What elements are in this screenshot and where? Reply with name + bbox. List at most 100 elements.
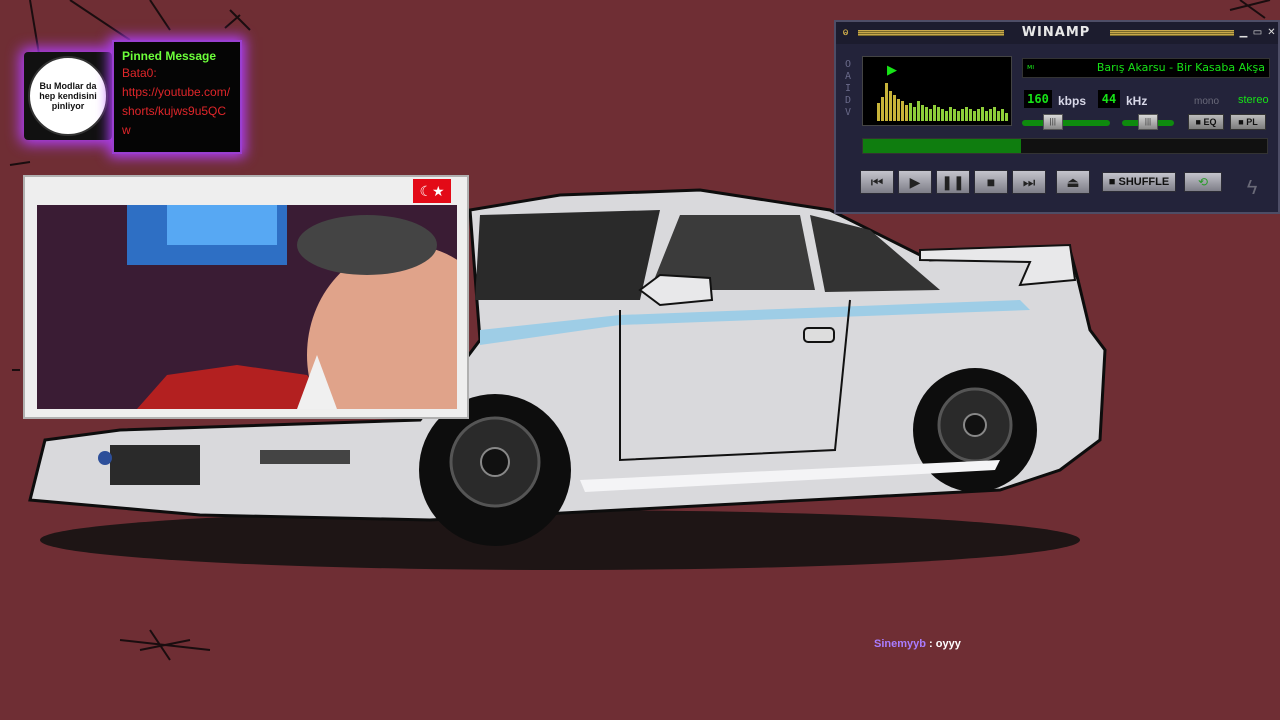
avatar-circle: Bu Modlar da hep kendisini pinliyor [28, 56, 108, 136]
spectrum-bar [957, 111, 960, 121]
winamp-player: ⱺ WINAMP ▁ ▭ ✕ O A I D V ▶ мı Barış Akar… [834, 20, 1280, 214]
balance-slider[interactable]: ||| [1122, 114, 1174, 130]
video-frame[interactable] [37, 205, 457, 409]
spectrum-bar [937, 107, 940, 121]
spectrum-bar [985, 111, 988, 121]
winamp-title: WINAMP [1021, 25, 1091, 40]
clutterbar-o[interactable]: O [841, 59, 855, 71]
spectrum-bar [889, 91, 892, 121]
spectrum-bar [981, 107, 984, 121]
pinned-message-title: Pinned Message [122, 49, 217, 63]
stop-icon: ■ [986, 174, 996, 190]
clutterbar[interactable]: O A I D V [841, 59, 855, 119]
mono-indicator: mono [1194, 96, 1220, 107]
pl-label: PL [1246, 117, 1258, 127]
spectrum-bar [917, 101, 920, 121]
eq-toggle-button[interactable]: ■ EQ [1188, 114, 1224, 130]
spectrum-bar [941, 109, 944, 121]
shade-icon[interactable]: ▭ [1252, 27, 1263, 38]
winamp-visualizer-display[interactable]: O A I D V ▶ [845, 56, 1012, 126]
winamp-titlebar[interactable]: ⱺ WINAMP ▁ ▭ ✕ [836, 22, 1278, 44]
repeat-button[interactable]: ⟲ [1184, 172, 1222, 192]
spectrum-bar [965, 107, 968, 121]
eject-button[interactable]: ⏏ [1056, 170, 1090, 194]
play-button[interactable]: ▶ [898, 170, 932, 194]
spectrum-bar [881, 97, 884, 121]
spectrum-bar [953, 109, 956, 121]
spectrum-bar [929, 109, 932, 121]
spectrum-bar [885, 83, 888, 121]
spectrum-bar [989, 109, 992, 121]
spectrum-bar [893, 95, 896, 121]
turkey-flag-icon: ☾★ [413, 179, 451, 203]
volume-slider-thumb[interactable]: ||| [1042, 114, 1063, 130]
spectrum-bar [905, 105, 908, 121]
balance-slider-thumb[interactable]: ||| [1138, 114, 1158, 130]
spectrum-bar [977, 109, 980, 121]
titlebar-stripe-right [1110, 30, 1234, 36]
spectrum-bar [897, 99, 900, 121]
previous-icon: ⏮ [870, 174, 884, 190]
spectrum-bar [997, 111, 1000, 121]
spectrum-bar [1001, 109, 1004, 121]
track-prefix: мı [1027, 63, 1035, 71]
pause-button[interactable]: ❚❚ [936, 170, 970, 194]
spectrum-bar [877, 103, 880, 121]
winamp-menu-icon[interactable]: ⱺ [840, 27, 851, 38]
spectrum-bar [945, 111, 948, 121]
playlist-toggle-button[interactable]: ■ PL [1230, 114, 1266, 130]
shuffle-label: SHUFFLE [1118, 176, 1170, 188]
spectrum-bar [909, 103, 912, 121]
samplerate-display: 44 [1098, 90, 1120, 108]
spectrum-bar [993, 107, 996, 121]
minimize-icon[interactable]: ▁ [1238, 27, 1249, 38]
clutterbar-d[interactable]: D [841, 95, 855, 107]
spectrum-bar [949, 107, 952, 121]
seek-bar-fill [863, 139, 1021, 153]
spectrum-bar [1005, 113, 1008, 121]
eq-label: EQ [1203, 117, 1217, 127]
spectrum-bar [901, 101, 904, 121]
track-title-marquee[interactable]: мı Barış Akarsu - Bir Kasaba Akşa [1022, 58, 1270, 78]
titlebar-stripe-left [858, 30, 1004, 36]
track-title: Barış Akarsu - Bir Kasaba Akşa [1096, 61, 1265, 74]
shuffle-button[interactable]: ■ SHUFFLE [1102, 172, 1176, 192]
pinned-avatar: Bu Modlar da hep kendisini pinliyor [24, 52, 112, 140]
spectrum-analyzer [877, 83, 1008, 121]
next-icon: ⏭ [1022, 174, 1036, 190]
clutterbar-v[interactable]: V [841, 107, 855, 119]
spectrum-bar [913, 107, 916, 121]
clutterbar-i[interactable]: I [841, 83, 855, 95]
spectrum-bar [973, 111, 976, 121]
repeat-icon: ⟲ [1197, 175, 1209, 189]
spectrum-bar [969, 109, 972, 121]
volume-slider[interactable]: ||| [1022, 114, 1110, 130]
play-indicator-icon: ▶ [887, 62, 897, 77]
next-button[interactable]: ⏭ [1012, 170, 1046, 194]
video-content [37, 205, 457, 409]
stop-button[interactable]: ■ [974, 170, 1008, 194]
chat-message: Sinemyyb : oyyy [874, 638, 961, 650]
bitrate-unit: kbps [1058, 94, 1087, 108]
video-overlay-window: ☾★ [23, 175, 469, 419]
bitrate-display: 160 [1024, 90, 1052, 108]
avatar-text: Bu Modlar da hep kendisini pinliyor [39, 81, 97, 111]
chat-separator: : [925, 638, 936, 650]
samplerate-unit: kHz [1126, 94, 1148, 108]
spectrum-bar [961, 109, 964, 121]
close-icon[interactable]: ✕ [1266, 27, 1277, 38]
chat-text: oyyy [935, 638, 961, 650]
clutterbar-a[interactable]: A [841, 71, 855, 83]
eject-icon: ⏏ [1066, 174, 1080, 190]
pinned-message-link[interactable]: https://youtube.com/shorts/kujws9u5QCw [122, 83, 232, 140]
play-icon: ▶ [909, 174, 921, 190]
winamp-logo-icon[interactable]: ϟ [1240, 176, 1264, 200]
pinned-message-panel: Pinned Message Bata0: https://youtube.co… [112, 40, 242, 154]
spectrum-bar [921, 105, 924, 121]
seek-bar[interactable] [862, 138, 1268, 154]
stereo-indicator: stereo [1238, 94, 1269, 106]
previous-button[interactable]: ⏮ [860, 170, 894, 194]
spectrum-bar [933, 105, 936, 121]
pause-icon: ❚❚ [941, 174, 965, 190]
pinned-message-user: Bata0: [122, 66, 157, 80]
